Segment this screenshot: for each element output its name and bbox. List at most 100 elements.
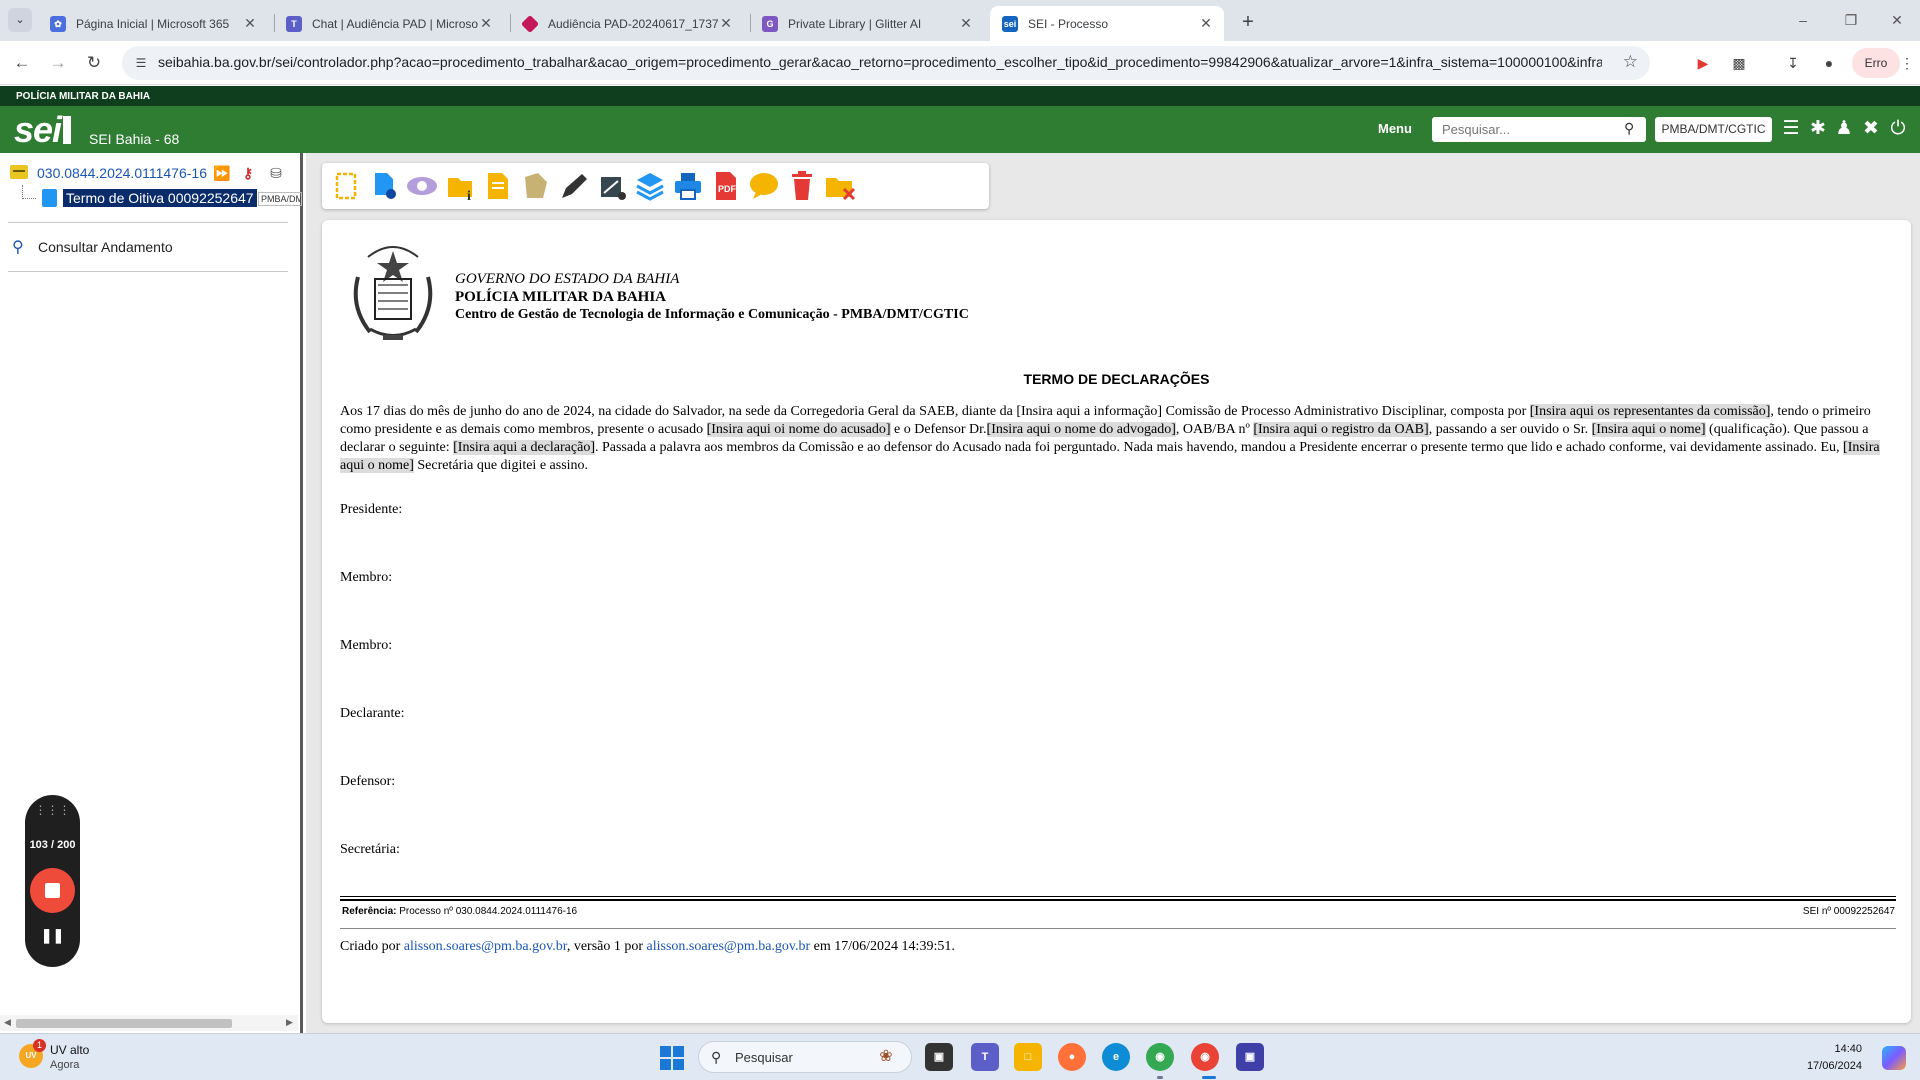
placeholder-field[interactable]: [Insira aqui oi nome do acusado] xyxy=(706,422,891,437)
search-icon[interactable]: ⚲ xyxy=(1624,120,1634,137)
chrome-icon[interactable]: ◉ xyxy=(1146,1043,1174,1071)
forward-circle-icon[interactable]: ⏩ xyxy=(212,163,232,183)
avatar[interactable]: ● xyxy=(1818,52,1840,74)
placeholder-field[interactable]: [Insira aqui a declaração] xyxy=(453,440,595,455)
scroll-left-icon[interactable]: ◀ xyxy=(4,1017,11,1028)
chrome-profile-icon[interactable]: ◉ xyxy=(1191,1043,1219,1071)
close-icon[interactable]: ✕ xyxy=(1198,15,1214,32)
document-settings-icon[interactable] xyxy=(366,168,402,204)
power-icon[interactable]: ⏻ xyxy=(1887,118,1909,140)
minimize-icon[interactable]: – xyxy=(1788,9,1818,31)
placeholder-field[interactable]: [Insira aqui os representantes da comiss… xyxy=(1529,404,1771,419)
horizontal-scrollbar[interactable]: ◀ ▶ xyxy=(0,1015,298,1031)
sei-logo[interactable]: sei xyxy=(14,109,72,151)
document-info-icon[interactable]: i xyxy=(442,168,478,204)
clock-date[interactable]: 17/06/2024 xyxy=(1807,1060,1862,1072)
unit-selector[interactable]: PMBA/DMT/CGTIC xyxy=(1655,117,1772,142)
key-icon[interactable]: ⚷ xyxy=(238,163,258,183)
recorder-app-icon[interactable]: ▣ xyxy=(1236,1043,1264,1071)
cancel-document-icon[interactable] xyxy=(822,168,858,204)
search-icon[interactable]: ⚲ xyxy=(12,237,24,257)
menu-button[interactable]: Menu xyxy=(1378,121,1412,136)
edit-document-icon[interactable] xyxy=(480,168,516,204)
pdf-icon[interactable]: PDF xyxy=(708,168,744,204)
url-text[interactable]: seibahia.ba.gov.br/sei/controlador.php?a… xyxy=(158,54,1602,70)
restore-icon[interactable]: ❐ xyxy=(1836,9,1866,31)
document-body-paragraph: Aos 17 dias do mês de junho do ano de 20… xyxy=(340,404,1880,473)
sign-block-icon[interactable] xyxy=(518,168,554,204)
created-by-line: Criado por alisson.soares@pm.ba.gov.br, … xyxy=(340,939,955,954)
new-tab-button[interactable]: + xyxy=(1234,8,1262,36)
running-indicator xyxy=(1157,1076,1163,1079)
placeholder-field[interactable]: [Insira aqui o registro da OAB] xyxy=(1253,422,1429,437)
tab-microsoft365[interactable]: ✿ Página Inicial | Microsoft 365 ✕ xyxy=(38,6,268,41)
download-icon[interactable]: ↧ xyxy=(1782,52,1804,74)
scroll-right-icon[interactable]: ▶ xyxy=(286,1017,293,1028)
divider xyxy=(340,928,1896,929)
tab-teams[interactable]: T Chat | Audiência PAD | Microsoft Teams… xyxy=(274,6,504,41)
pause-icon[interactable]: ❚❚ xyxy=(25,927,80,944)
close-icon[interactable]: ✕ xyxy=(242,15,258,32)
firefox-icon[interactable]: ● xyxy=(1058,1043,1086,1071)
weather-title[interactable]: UV alto xyxy=(50,1043,89,1057)
process-node[interactable]: 030.0844.2024.0111476-16 ⏩ ⚷ ⛁ xyxy=(10,163,300,183)
authenticate-icon[interactable] xyxy=(594,168,630,204)
tab-search-chevron-icon[interactable]: ⌄ xyxy=(8,8,32,32)
placeholder-field[interactable]: [Insira aqui o nome] xyxy=(1591,422,1706,437)
taskbar-search-box[interactable]: ⚲ Pesquisar ❀ xyxy=(698,1041,912,1073)
tab-glitter[interactable]: G Private Library | Glitter AI ✕ xyxy=(750,6,984,41)
alert-icon[interactable]: ✱ xyxy=(1807,118,1829,140)
process-number-link[interactable]: 030.0844.2024.0111476-16 xyxy=(37,165,207,181)
site-info-icon[interactable]: ☰ xyxy=(132,54,150,72)
doc-header-unit: Centro de Gestão de Tecnologia de Inform… xyxy=(455,307,969,322)
tab-sei-processo[interactable]: sei SEI - Processo ✕ xyxy=(990,6,1224,41)
stop-recording-button[interactable] xyxy=(30,868,75,913)
bookmark-star-icon[interactable]: ☆ xyxy=(1623,52,1638,72)
tab-stream[interactable]: Audiência PAD-20240617_1737 ✕ xyxy=(510,6,744,41)
windows-start-icon[interactable] xyxy=(660,1046,684,1070)
print-icon[interactable] xyxy=(670,168,706,204)
more-vert-icon[interactable]: ⋮ xyxy=(1896,52,1918,74)
folder-open-icon[interactable] xyxy=(10,165,28,179)
file-explorer-icon[interactable]: □ xyxy=(1014,1043,1042,1071)
teams-icon[interactable]: T xyxy=(971,1043,999,1071)
list-icon[interactable]: ☰ xyxy=(1780,118,1802,140)
delete-icon[interactable] xyxy=(784,168,820,204)
reload-icon[interactable]: ↻ xyxy=(82,51,106,75)
close-icon[interactable]: ✕ xyxy=(718,15,734,32)
extensions-puzzle-icon[interactable]: ▩ xyxy=(1728,52,1750,74)
scroll-thumb[interactable] xyxy=(16,1019,232,1028)
view-icon[interactable] xyxy=(404,168,440,204)
youtube-extension-icon[interactable]: ▶ xyxy=(1692,52,1714,74)
copilot-icon[interactable] xyxy=(1882,1046,1906,1070)
editor-email-link[interactable]: alisson.soares@pm.ba.gov.br xyxy=(647,939,811,954)
consult-progress-link[interactable]: Consultar Andamento xyxy=(38,239,173,255)
sei-search-input[interactable] xyxy=(1432,117,1646,142)
creator-email-link[interactable]: alisson.soares@pm.ba.gov.br xyxy=(404,939,567,954)
profile-error-button[interactable]: Erro xyxy=(1852,48,1900,78)
close-icon[interactable]: ✕ xyxy=(478,15,494,32)
search-icon: ⚲ xyxy=(711,1049,722,1065)
close-icon[interactable]: ✕ xyxy=(958,15,974,32)
comment-icon[interactable] xyxy=(746,168,782,204)
address-bar[interactable]: ☰ seibahia.ba.gov.br/sei/controlador.php… xyxy=(122,46,1650,80)
window-close-icon[interactable]: ✕ xyxy=(1882,9,1912,31)
drag-handle-icon[interactable]: ⋮⋮⋮ xyxy=(25,803,80,817)
signature-pen-icon[interactable] xyxy=(556,168,592,204)
user-icon[interactable]: ♟ xyxy=(1833,118,1855,140)
layers-icon[interactable] xyxy=(632,168,668,204)
forward-arrow-icon[interactable]: → xyxy=(46,51,70,75)
document-node-selected[interactable]: Termo de Oitiva 00092252647 xyxy=(63,189,257,207)
database-icon[interactable]: ⛁ xyxy=(266,163,286,183)
clock-time[interactable]: 14:40 xyxy=(1834,1043,1862,1055)
sei-logo-text: sei xyxy=(14,109,62,150)
signature-label-member: Membro: xyxy=(340,570,393,585)
back-arrow-icon[interactable]: ← xyxy=(10,51,34,75)
weather-subtitle: Agora xyxy=(50,1059,80,1071)
tools-icon[interactable]: ✖ xyxy=(1860,118,1882,140)
task-view-icon[interactable]: ▣ xyxy=(925,1043,953,1071)
edge-icon[interactable]: e xyxy=(1102,1043,1130,1071)
new-document-icon[interactable] xyxy=(328,168,364,204)
signature-label-declarant: Declarante: xyxy=(340,706,405,721)
placeholder-field[interactable]: [Insira aqui o nome do advogado] xyxy=(986,422,1176,437)
